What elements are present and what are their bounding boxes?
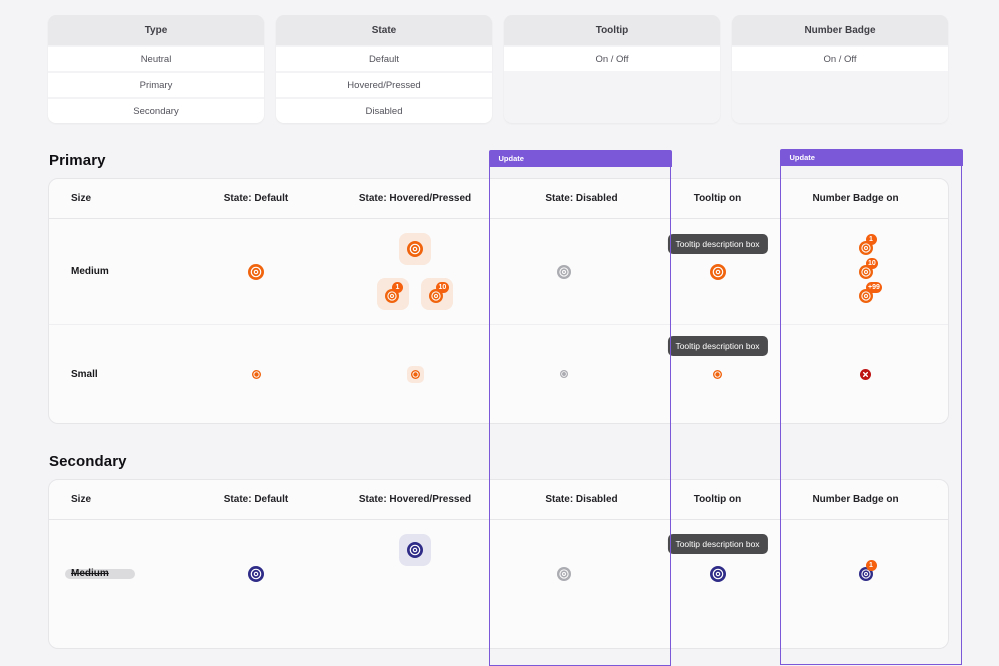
legend-row: Secondary <box>48 97 264 123</box>
column-header-hovered: State: Hovered/Pressed <box>339 179 491 218</box>
column-header-default: State: Default <box>173 179 339 218</box>
target-icon-button-hovered[interactable] <box>399 233 431 265</box>
cell-hovered <box>339 520 491 627</box>
legend-card-state: State Default Hovered/Pressed Disabled <box>276 15 492 123</box>
legend-row: Primary <box>48 71 264 97</box>
legend-row: Neutral <box>48 45 264 71</box>
legend-cards: Type Neutral Primary Secondary State Def… <box>48 15 948 123</box>
section-title-secondary: Secondary <box>49 453 127 470</box>
legend-card-number-badge: Number Badge On / Off <box>732 15 948 123</box>
cell-tooltip-on: Tooltip description box <box>672 325 763 423</box>
target-icon-button-small-hovered[interactable] <box>407 366 424 383</box>
target-icon-button[interactable] <box>710 264 726 280</box>
update-tag[interactable]: Update <box>780 149 963 166</box>
row-label: Medium <box>71 568 109 579</box>
legend-card-title: State <box>276 15 492 45</box>
legend-card-title: Tooltip <box>504 15 720 45</box>
target-icon <box>407 241 423 257</box>
annotation-frame-disabled-column: Update <box>489 166 671 666</box>
cell-default <box>173 219 339 324</box>
legend-row: Default <box>276 45 492 71</box>
legend-row: On / Off <box>504 45 720 71</box>
cell-default <box>173 325 339 423</box>
tooltip-bubble: Tooltip description box <box>667 534 767 554</box>
target-icon-button-small[interactable] <box>252 370 261 379</box>
cell-hovered <box>339 325 491 423</box>
target-icon-button-small[interactable] <box>713 370 722 379</box>
column-header-size: Size <box>49 480 173 519</box>
legend-card-title: Type <box>48 15 264 45</box>
target-icon-button[interactable] <box>248 264 264 280</box>
section-title-primary: Primary <box>49 152 106 169</box>
target-icon-button-hovered[interactable] <box>399 534 431 566</box>
tooltip-bubble: Tooltip description box <box>667 234 767 254</box>
update-tag[interactable]: Update <box>489 150 672 167</box>
annotation-frame-badge-column: Update <box>780 165 962 665</box>
row-label: Small <box>49 325 173 423</box>
legend-card-title: Number Badge <box>732 15 948 45</box>
legend-row: Disabled <box>276 97 492 123</box>
cell-tooltip-on: Tooltip description box <box>672 219 763 324</box>
target-icon-button-hovered-badge-10[interactable]: 10 <box>421 278 453 310</box>
cell-default <box>173 520 339 627</box>
legend-row: Hovered/Pressed <box>276 71 492 97</box>
row-label-deprecated: Medium <box>49 520 173 627</box>
target-icon <box>411 370 420 379</box>
column-header-hovered: State: Hovered/Pressed <box>339 480 491 519</box>
column-header-default: State: Default <box>173 480 339 519</box>
number-badge: 1 <box>392 282 403 293</box>
column-header-size: Size <box>49 179 173 218</box>
tooltip-bubble: Tooltip description box <box>667 336 767 356</box>
number-badge: 10 <box>436 282 449 293</box>
target-icon-button[interactable] <box>710 566 726 582</box>
target-icon <box>407 542 423 558</box>
target-icon-button[interactable] <box>248 566 264 582</box>
target-icon-button-hovered-badge-1[interactable]: 1 <box>377 278 409 310</box>
column-header-tooltip-on: Tooltip on <box>672 179 763 218</box>
cell-tooltip-on: Tooltip description box <box>672 520 763 627</box>
cell-hovered: 1 10 <box>339 219 491 324</box>
row-label: Medium <box>49 219 173 324</box>
legend-row: On / Off <box>732 45 948 71</box>
column-header-tooltip-on: Tooltip on <box>672 480 763 519</box>
legend-card-tooltip: Tooltip On / Off <box>504 15 720 123</box>
legend-card-type: Type Neutral Primary Secondary <box>48 15 264 123</box>
